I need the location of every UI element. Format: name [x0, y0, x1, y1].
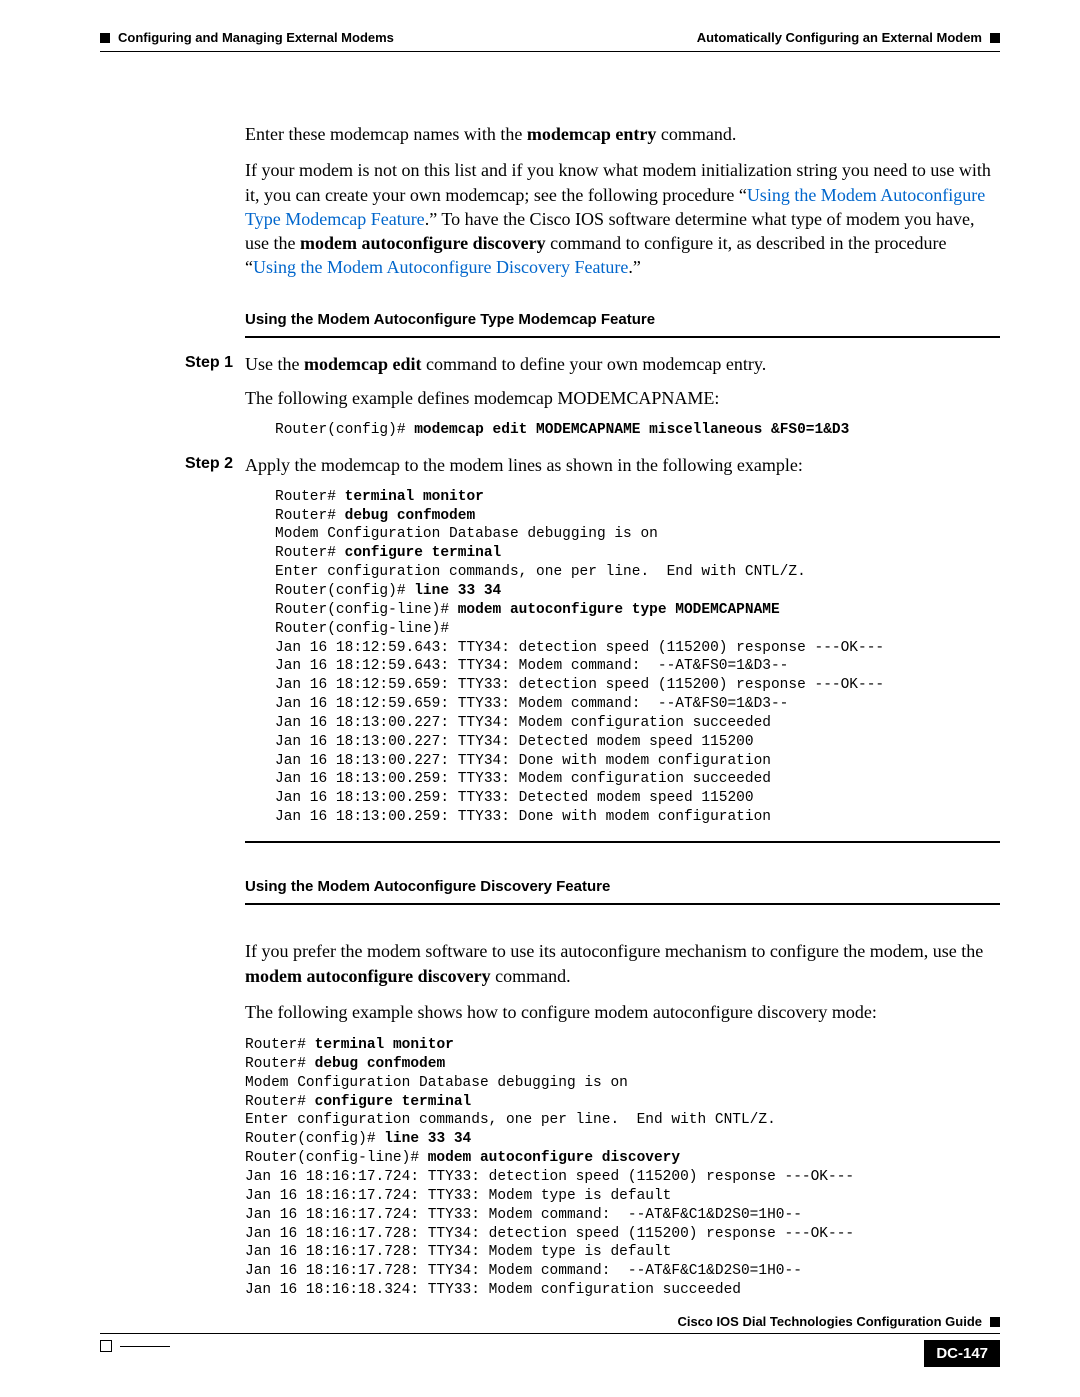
- code-command: line 33 34: [414, 583, 501, 599]
- step-label: Step 2: [185, 453, 233, 475]
- code-output: Jan 16 18:12:59.643: TTY34: detection sp…: [275, 640, 884, 656]
- code-output: Enter configuration commands, one per li…: [275, 564, 806, 580]
- code-output: Jan 16 18:12:59.659: TTY33: detection sp…: [275, 677, 884, 693]
- code-output: Jan 16 18:16:17.728: TTY34: detection sp…: [245, 1226, 854, 1242]
- code-command: line 33 34: [384, 1131, 471, 1147]
- section-rule: [245, 336, 1000, 338]
- body-paragraph: The following example shows how to confi…: [245, 1000, 1000, 1024]
- code-prompt: Router(config)#: [275, 583, 414, 599]
- code-output: Jan 16 18:16:17.728: TTY34: Modem type i…: [245, 1244, 671, 1260]
- code-prompt: Router#: [245, 1056, 315, 1072]
- code-prompt: Router#: [275, 545, 345, 561]
- text: .”: [628, 257, 641, 277]
- text: command.: [656, 124, 736, 144]
- text: Enter these modemcap names with the: [245, 124, 527, 144]
- page-header: Configuring and Managing External Modems…: [100, 30, 1000, 45]
- section-rule: [245, 841, 1000, 843]
- code-output: Jan 16 18:13:00.259: TTY33: Detected mod…: [275, 790, 754, 806]
- code-command: modem autoconfigure type MODEMCAPNAME: [458, 602, 780, 618]
- page-footer: Cisco IOS Dial Technologies Configuratio…: [100, 1314, 1000, 1367]
- command-name: modem autoconfigure discovery: [300, 233, 546, 253]
- footer-outline-square-icon: [100, 1340, 112, 1352]
- header-square-icon: [990, 33, 1000, 43]
- code-block: Router# terminal monitor Router# debug c…: [275, 488, 1000, 827]
- code-block: Router(config)# modemcap edit MODEMCAPNA…: [275, 421, 1000, 440]
- code-prompt: Router(config)#: [245, 1131, 384, 1147]
- code-command: configure terminal: [345, 545, 502, 561]
- intro-block: Enter these modemcap names with the mode…: [245, 122, 1000, 338]
- page-number: DC-147: [924, 1340, 1000, 1367]
- section-rule: [245, 903, 1000, 905]
- code-command: configure terminal: [315, 1094, 472, 1110]
- footer-guide-title: Cisco IOS Dial Technologies Configuratio…: [677, 1314, 982, 1329]
- text: command to define your own modemcap entr…: [421, 354, 766, 374]
- code-output: Modem Configuration Database debugging i…: [275, 526, 658, 542]
- step-1: Step 1 Use the modemcap edit command to …: [185, 352, 1000, 439]
- code-prompt: Router(config-line)#: [275, 602, 458, 618]
- step-text: The following example defines modemcap M…: [245, 386, 1000, 410]
- section-heading: Using the Modem Autoconfigure Discovery …: [245, 877, 1000, 897]
- footer-square-icon: [990, 1317, 1000, 1327]
- code-prompt: Router#: [275, 489, 345, 505]
- code-output: Jan 16 18:12:59.659: TTY33: Modem comman…: [275, 696, 788, 712]
- code-prompt: Router(config-line)#: [245, 1150, 428, 1166]
- code-prompt: Router(config)#: [275, 422, 414, 438]
- section-end: Using the Modem Autoconfigure Discovery …: [245, 841, 1000, 1300]
- code-prompt: Router#: [275, 508, 345, 524]
- code-command: debug confmodem: [315, 1056, 446, 1072]
- step-2: Step 2 Apply the modemcap to the modem l…: [185, 453, 1000, 826]
- code-command: modemcap edit MODEMCAPNAME miscellaneous…: [414, 422, 849, 438]
- text: If you prefer the modem software to use …: [245, 941, 983, 961]
- intro-paragraph-2: If your modem is not on this list and if…: [245, 158, 1000, 279]
- code-output: Jan 16 18:16:17.728: TTY34: Modem comman…: [245, 1263, 802, 1279]
- command-name: modemcap edit: [304, 354, 421, 374]
- footer-rule: [100, 1333, 1000, 1334]
- section-heading: Using the Modem Autoconfigure Type Modem…: [245, 310, 1000, 330]
- text: Use the: [245, 354, 304, 374]
- intro-paragraph-1: Enter these modemcap names with the mode…: [245, 122, 1000, 146]
- code-output: Jan 16 18:16:17.724: TTY33: detection sp…: [245, 1169, 854, 1185]
- header-section: Automatically Configuring an External Mo…: [697, 30, 982, 45]
- code-output: Jan 16 18:16:17.724: TTY33: Modem type i…: [245, 1188, 671, 1204]
- code-output: Jan 16 18:13:00.227: TTY34: Detected mod…: [275, 734, 754, 750]
- code-output: Enter configuration commands, one per li…: [245, 1112, 776, 1128]
- text: command.: [491, 966, 571, 986]
- code-command: terminal monitor: [345, 489, 484, 505]
- code-output: Router(config-line)#: [275, 621, 449, 637]
- command-name: modem autoconfigure discovery: [245, 966, 491, 986]
- code-output: Modem Configuration Database debugging i…: [245, 1075, 628, 1091]
- code-command: terminal monitor: [315, 1037, 454, 1053]
- code-block: Router# terminal monitor Router# debug c…: [245, 1036, 1000, 1300]
- code-output: Jan 16 18:13:00.259: TTY33: Modem config…: [275, 771, 771, 787]
- header-rule: [100, 51, 1000, 52]
- footer-short-line: [120, 1346, 170, 1347]
- code-output: Jan 16 18:16:18.324: TTY33: Modem config…: [245, 1282, 741, 1298]
- cross-reference-link[interactable]: Using the Modem Autoconfigure Discovery …: [253, 257, 628, 277]
- code-output: Jan 16 18:12:59.643: TTY34: Modem comman…: [275, 658, 788, 674]
- step-label: Step 1: [185, 352, 233, 374]
- header-chapter: Configuring and Managing External Modems: [118, 30, 394, 45]
- code-command: modem autoconfigure discovery: [428, 1150, 680, 1166]
- step-text: Use the modemcap edit command to define …: [245, 352, 1000, 376]
- code-output: Jan 16 18:13:00.227: TTY34: Done with mo…: [275, 753, 771, 769]
- code-prompt: Router#: [245, 1037, 315, 1053]
- code-prompt: Router#: [245, 1094, 315, 1110]
- code-command: debug confmodem: [345, 508, 476, 524]
- step-text: Apply the modemcap to the modem lines as…: [245, 453, 1000, 477]
- header-square-icon: [100, 33, 110, 43]
- body-paragraph: If you prefer the modem software to use …: [245, 939, 1000, 988]
- command-name: modemcap entry: [527, 124, 656, 144]
- code-output: Jan 16 18:13:00.259: TTY33: Done with mo…: [275, 809, 771, 825]
- code-output: Jan 16 18:13:00.227: TTY34: Modem config…: [275, 715, 771, 731]
- code-output: Jan 16 18:16:17.724: TTY33: Modem comman…: [245, 1207, 802, 1223]
